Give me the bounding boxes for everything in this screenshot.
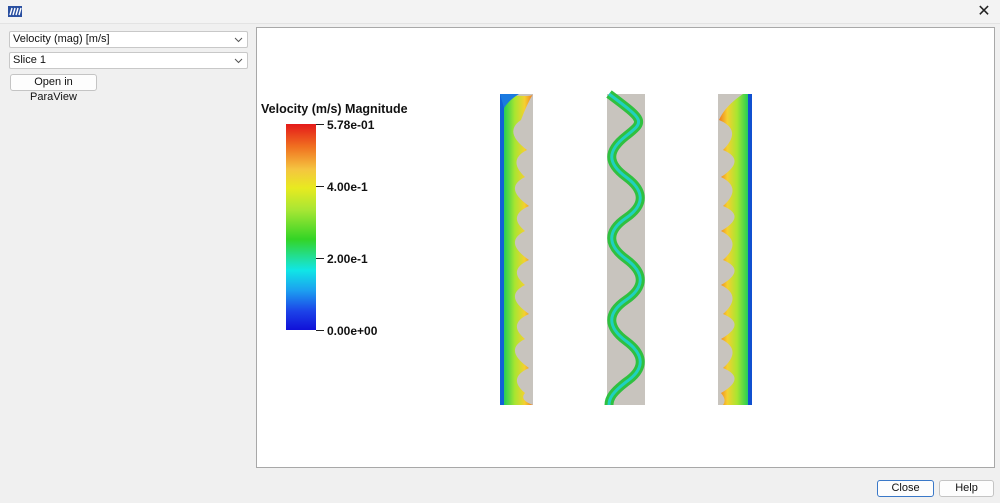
flow-slices-render (500, 90, 752, 406)
app-logo-icon (8, 6, 22, 17)
slice-select-value: Slice 1 (13, 54, 47, 66)
slice-channel-middle (604, 90, 645, 406)
render-viewport[interactable]: Velocity (m/s) Magnitude 5.78e-01 4.00e-… (256, 27, 995, 468)
slice-channel-right (718, 94, 752, 405)
chevron-down-icon (234, 58, 243, 64)
field-select[interactable]: Velocity (mag) [m/s] (9, 31, 248, 48)
open-in-paraview-button[interactable]: Open in ParaView (10, 74, 97, 103)
slice-channel-left (500, 94, 533, 405)
window-close-icon[interactable]: ✕ (974, 2, 994, 22)
close-button[interactable]: Close (877, 480, 934, 497)
help-button[interactable]: Help (939, 480, 994, 497)
dialog-footer: Close Help (0, 470, 1000, 503)
slice-select[interactable]: Slice 1 (9, 52, 248, 69)
field-select-value: Velocity (mag) [m/s] (13, 33, 110, 45)
control-panel: Velocity (mag) [m/s] Slice 1 Open in Par… (0, 25, 255, 475)
title-bar: ✕ (0, 0, 1000, 24)
chevron-down-icon (234, 37, 243, 43)
